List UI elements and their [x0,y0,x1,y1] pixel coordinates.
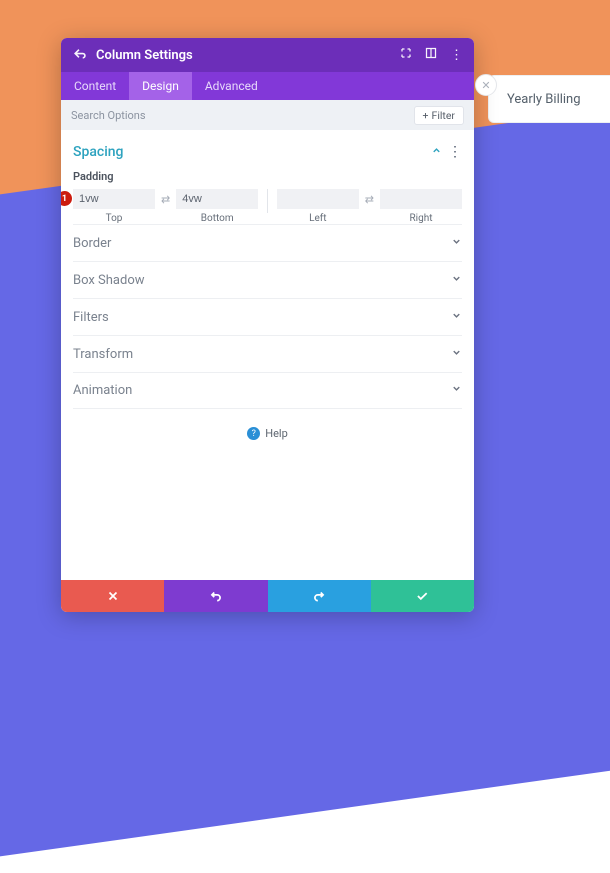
section-more-icon[interactable]: ⋮ [448,144,462,160]
padding-inputs: 1 Top ⇄ Bottom Left ⇄ Right [73,189,462,224]
help-icon: ? [247,427,260,440]
divider [267,189,268,213]
link-icon[interactable]: ⇄ [161,189,170,209]
more-icon[interactable]: ⋮ [450,48,462,63]
column-settings-panel: Column Settings ⋮ Content Design Advance… [61,38,474,612]
undo-button[interactable] [164,580,267,612]
padding-left-label: Left [309,213,326,224]
tab-design[interactable]: Design [129,72,192,100]
expand-icon[interactable] [400,47,412,63]
spacing-title: Spacing [73,144,124,160]
tab-content[interactable]: Content [61,72,129,100]
filter-label: Filter [432,109,455,122]
redo-button[interactable] [268,580,371,612]
padding-bottom-label: Bottom [201,213,234,224]
spacing-section-header[interactable]: Spacing ⋮ [73,138,462,164]
chevron-down-icon [451,236,462,251]
help-label: Help [265,427,288,440]
help-link[interactable]: ? Help [73,409,462,440]
section-border[interactable]: Border [73,224,462,261]
padding-top-input[interactable] [73,189,155,209]
plus-icon: + [423,109,429,122]
chevron-down-icon [451,347,462,362]
section-transform-label: Transform [73,347,133,362]
panel-footer [61,580,474,612]
annotation-badge-1: 1 [61,191,72,206]
columns-icon[interactable] [425,47,437,63]
section-animation-label: Animation [73,383,132,398]
chevron-down-icon [451,383,462,398]
chevron-up-icon [431,144,442,160]
section-transform[interactable]: Transform [73,335,462,372]
yearly-billing-card: Yearly Billing [488,75,610,123]
chevron-down-icon [451,273,462,288]
search-row: Search Options + Filter [61,100,474,130]
search-placeholder[interactable]: Search Options [71,109,146,122]
panel-title: Column Settings [96,48,390,63]
padding-right-label: Right [410,213,433,224]
section-filters[interactable]: Filters [73,298,462,335]
padding-bottom-input[interactable] [176,189,258,209]
section-box-shadow[interactable]: Box Shadow [73,261,462,298]
section-animation[interactable]: Animation [73,372,462,409]
save-button[interactable] [371,580,474,612]
padding-label: Padding [73,164,462,189]
cancel-button[interactable] [61,580,164,612]
section-filters-label: Filters [73,310,109,325]
tab-advanced[interactable]: Advanced [192,72,271,100]
padding-left-input[interactable] [277,189,359,209]
panel-titlebar: Column Settings ⋮ [61,38,474,72]
link-icon[interactable]: ⇄ [365,189,374,209]
yearly-billing-label: Yearly Billing [507,92,581,107]
padding-top-label: Top [106,213,123,224]
section-box-shadow-label: Box Shadow [73,273,145,288]
panel-tabs: Content Design Advanced [61,72,474,100]
panel-body: Spacing ⋮ Padding 1 Top ⇄ Bottom Left [61,130,474,580]
section-border-label: Border [73,236,111,251]
filter-button[interactable]: + Filter [414,106,464,125]
back-icon[interactable] [73,47,86,64]
chevron-down-icon [451,310,462,325]
padding-right-input[interactable] [380,189,462,209]
close-pill-icon[interactable]: ✕ [475,74,497,96]
